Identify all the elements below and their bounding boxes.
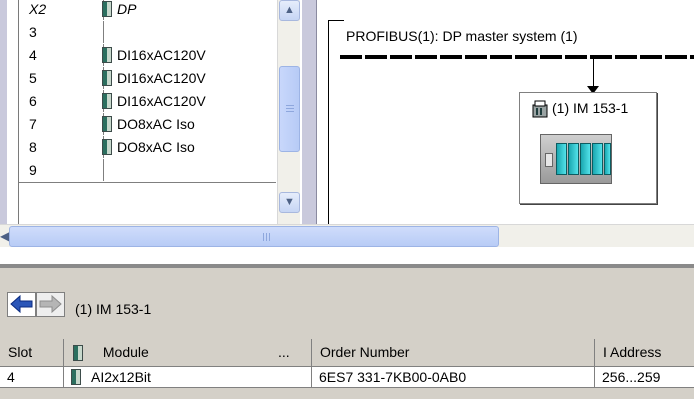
station-icon [532, 100, 548, 118]
profibus-label[interactable]: PROFIBUS(1): DP master system (1) [346, 28, 578, 44]
rack-row[interactable]: 7 DO8xAC Iso [19, 113, 276, 137]
scroll-left-icon[interactable]: ◀ [0, 229, 9, 243]
module-icon [102, 47, 112, 63]
column-header-module[interactable]: Module ... [64, 339, 312, 367]
column-header-order-number[interactable]: Order Number [312, 339, 595, 367]
rack-slot-number: 4 [19, 44, 104, 66]
rack-slot-number: 9 [19, 159, 104, 181]
rack-module-name: DI16xAC120V [117, 47, 206, 63]
table-cell-i-address[interactable]: 256...259 [595, 367, 694, 388]
rack-slot-number: 8 [19, 136, 104, 158]
rack-row[interactable]: 3 [19, 21, 276, 45]
rack-row[interactable]: 6 DI16xAC120V [19, 90, 276, 114]
module-icon [73, 345, 83, 362]
column-header-i-address[interactable]: I Address [595, 339, 694, 367]
rack-frame-border [300, 0, 317, 224]
horizontal-scroll-thumb[interactable] [9, 226, 499, 247]
module-icon [102, 116, 112, 132]
rack-slot-number: 6 [19, 90, 104, 112]
module-icon [102, 70, 112, 86]
rack-slot-number: X2 [19, 0, 104, 20]
rack-row[interactable]: 9 [19, 159, 276, 183]
scroll-up-button[interactable]: ▲ [279, 0, 300, 21]
table-cell-module[interactable]: AI2x12Bit [64, 367, 312, 388]
rack-module-name: DP [117, 1, 137, 17]
profibus-bus-line[interactable] [340, 55, 694, 59]
module-icon [71, 369, 81, 385]
module-name: AI2x12Bit [91, 369, 151, 385]
rack-slot-number: 7 [19, 113, 104, 135]
station-label: (1) IM 153-1 [552, 100, 629, 116]
module-icon [102, 1, 112, 17]
rack-module-name: DO8xAC Iso [117, 139, 195, 155]
window-edge [0, 0, 7, 224]
rack-row[interactable]: 5 DI16xAC120V [19, 67, 276, 91]
pane-splitter[interactable] [0, 247, 694, 265]
scroll-down-button[interactable]: ▼ [279, 192, 300, 213]
table-cell-slot[interactable]: 4 [0, 367, 64, 388]
bus-connector-line [328, 20, 344, 21]
column-header-more: ... [278, 344, 290, 360]
horizontal-scrollbar[interactable]: ◀ [0, 224, 694, 247]
module-path-label: (1) IM 153-1 [75, 301, 152, 317]
forward-button[interactable] [36, 292, 65, 317]
rack-slot-number: 3 [19, 21, 104, 43]
rack-table: X2 DP 3 4 DI16xAC120V 5 DI16xAC120V 6 DI16xAC120… [18, 0, 276, 224]
rack-vertical-scrollbar[interactable]: ▲ ▼ [277, 0, 300, 224]
table-cell-order-number[interactable]: 6ES7 331-7KB00-0AB0 [312, 367, 595, 388]
rack-module-name: DO8xAC Iso [117, 116, 195, 132]
rack-module-name: DI16xAC120V [117, 93, 206, 109]
bus-connector-line [328, 20, 329, 224]
arrow-right-icon [39, 294, 62, 314]
scroll-thumb[interactable] [279, 66, 300, 152]
column-header-module-label: Module [102, 344, 149, 360]
module-table: Slot Module ... Order Number I Address 4… [0, 339, 694, 399]
rack-row[interactable]: 4 DI16xAC120V [19, 44, 276, 68]
back-button[interactable] [7, 292, 36, 317]
station-device-icon [540, 134, 612, 184]
module-icon [102, 139, 112, 155]
rack-row[interactable]: 8 DO8xAC Iso [19, 136, 276, 160]
rack-row[interactable]: X2 DP [19, 0, 276, 22]
rack-slot-number: 5 [19, 67, 104, 89]
arrow-left-icon [10, 294, 33, 314]
module-icon [102, 93, 112, 109]
rack-module-name: DI16xAC120V [117, 70, 206, 86]
column-header-slot[interactable]: Slot [0, 339, 64, 367]
